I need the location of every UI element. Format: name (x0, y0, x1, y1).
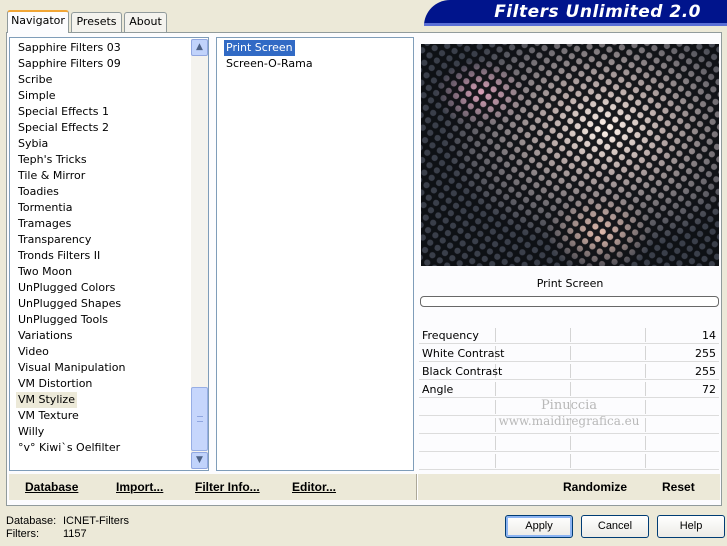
category-item[interactable]: VM Stylize (16, 392, 77, 408)
editor-button[interactable]: Editor... (292, 480, 336, 494)
slider-tick (495, 436, 496, 450)
import-button[interactable]: Import... (116, 480, 163, 494)
preview-image (421, 44, 719, 266)
watermark-line2: www.maidiregrafica.eu (498, 414, 640, 428)
database-label: Database: (6, 515, 57, 527)
slider-tick (570, 454, 571, 468)
param-row[interactable]: Black Contrast 255 (419, 362, 719, 380)
param-value: 255 (695, 347, 716, 360)
category-item[interactable]: Sybia (16, 136, 50, 152)
reset-button[interactable]: Reset (662, 480, 695, 494)
slider-tick (645, 364, 646, 378)
bottom-toolbar: Database Import... Filter Info... Editor… (9, 474, 720, 500)
progress-bar (420, 296, 719, 307)
tab-presets[interactable]: Presets (71, 12, 122, 32)
help-button[interactable]: Help (657, 515, 725, 538)
slider-tick (495, 454, 496, 468)
scroll-thumb[interactable] (191, 387, 208, 451)
category-item[interactable]: Toadies (16, 184, 61, 200)
param-label: Black Contrast (422, 365, 503, 378)
slider-tick (570, 382, 571, 396)
filter-item[interactable]: Print Screen (224, 40, 295, 56)
param-label: Frequency (422, 329, 479, 342)
slider-tick (570, 436, 571, 450)
category-item[interactable]: UnPlugged Shapes (16, 296, 123, 312)
filters-count: 1157 (63, 528, 87, 540)
slider-tick (645, 346, 646, 360)
category-scrollbar[interactable]: ▲ ▼ (191, 39, 208, 469)
title-banner: Filters Unlimited 2.0 (424, 0, 727, 26)
param-row[interactable]: Angle 72 (419, 380, 719, 398)
slider-tick (645, 382, 646, 396)
database-value: ICNET-Filters (63, 515, 129, 527)
scroll-down-button[interactable]: ▼ (191, 452, 208, 469)
category-item[interactable]: Sapphire Filters 03 (16, 40, 123, 56)
category-item[interactable]: VM Texture (16, 408, 81, 424)
cancel-button[interactable]: Cancel (581, 515, 649, 538)
param-row[interactable]: White Contrast 255 (419, 344, 719, 362)
slider-tick (645, 328, 646, 342)
filters-label: Filters: (6, 528, 39, 540)
category-item[interactable]: Tramages (16, 216, 73, 232)
category-item[interactable]: Tormentia (16, 200, 74, 216)
toolbar-separator (416, 474, 418, 500)
watermark-line1: Pinuccia (540, 398, 598, 413)
category-item[interactable]: VM Distortion (16, 376, 94, 392)
category-item[interactable]: Variations (16, 328, 75, 344)
filter-info-button[interactable]: Filter Info... (195, 480, 260, 494)
preview-filter-name: Print Screen (536, 277, 604, 290)
slider-tick (570, 328, 571, 342)
slider-tick (495, 382, 496, 396)
tab-navigator[interactable]: Navigator (7, 10, 69, 33)
param-label: Angle (422, 383, 454, 396)
category-item[interactable]: UnPlugged Colors (16, 280, 117, 296)
filter-item[interactable]: Screen-O-Rama (224, 56, 315, 72)
param-value: 14 (702, 329, 716, 342)
category-item[interactable]: Two Moon (16, 264, 74, 280)
app-title: Filters Unlimited 2.0 (494, 2, 701, 22)
slider-tick (645, 436, 646, 450)
database-button[interactable]: Database (25, 480, 78, 494)
param-row (419, 434, 719, 452)
category-item[interactable]: UnPlugged Tools (16, 312, 110, 328)
slider-tick (570, 364, 571, 378)
param-row (419, 452, 719, 470)
watermark: Pinuccia www.maidiregrafica.eu (419, 398, 719, 428)
category-item[interactable]: Willy (16, 424, 46, 440)
param-label: White Contrast (422, 347, 505, 360)
category-item[interactable]: Sapphire Filters 09 (16, 56, 123, 72)
param-row[interactable]: Frequency 14 (419, 326, 719, 344)
tab-about[interactable]: About (124, 12, 167, 32)
slider-tick (570, 346, 571, 360)
category-item[interactable]: °v° Kiwi`s Oelfilter (16, 440, 122, 456)
category-item[interactable]: Transparency (16, 232, 93, 248)
category-item[interactable]: Special Effects 1 (16, 104, 111, 120)
category-item[interactable]: Simple (16, 88, 58, 104)
category-item[interactable]: Special Effects 2 (16, 120, 111, 136)
category-item[interactable]: Scribe (16, 72, 54, 88)
randomize-button[interactable]: Randomize (563, 480, 627, 494)
scroll-up-button[interactable]: ▲ (191, 39, 208, 56)
category-item[interactable]: Teph's Tricks (16, 152, 89, 168)
slider-tick (495, 328, 496, 342)
param-value: 72 (702, 383, 716, 396)
slider-tick (645, 454, 646, 468)
filter-list[interactable]: Print Screen Screen-O-Rama (216, 37, 414, 471)
halftone-preview (421, 44, 719, 266)
param-value: 255 (695, 365, 716, 378)
category-list[interactable]: Sapphire Filters 03 Sapphire Filters 09 Sc… (9, 37, 209, 471)
apply-button[interactable]: Apply (505, 515, 573, 538)
category-item[interactable]: Tile & Mirror (16, 168, 87, 184)
category-item[interactable]: Video (16, 344, 51, 360)
category-item[interactable]: Tronds Filters II (16, 248, 102, 264)
category-item[interactable]: Visual Manipulation (16, 360, 127, 376)
